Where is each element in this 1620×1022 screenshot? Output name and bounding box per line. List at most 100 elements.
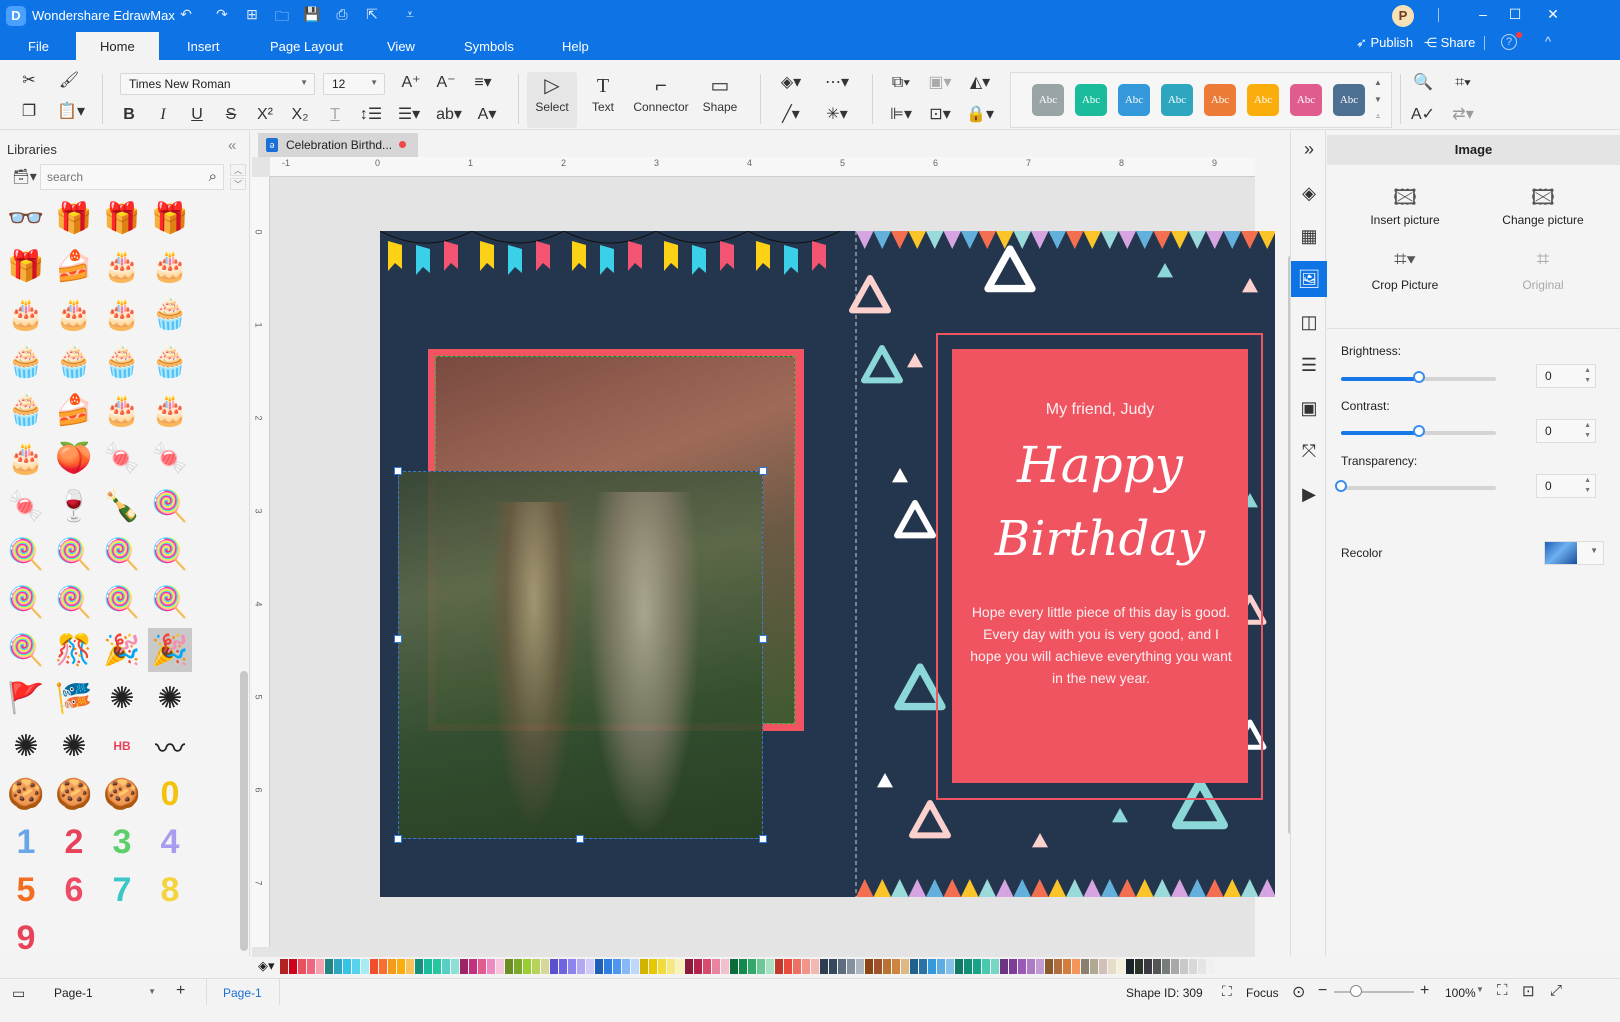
library-shape[interactable]: 🎁 <box>148 196 192 240</box>
color-swatch[interactable] <box>1126 959 1134 974</box>
color-swatch[interactable] <box>1090 959 1098 974</box>
transparency-slider[interactable] <box>1335 480 1496 494</box>
library-shape[interactable]: 🎉 <box>100 628 144 672</box>
menu-insert[interactable]: Insert <box>187 39 220 54</box>
page-view-icon[interactable]: ▭ <box>12 985 25 1002</box>
library-shape[interactable]: 🍭 <box>148 484 192 528</box>
slider-thumb[interactable] <box>1412 371 1425 383</box>
quick-style-5[interactable]: Abc <box>1204 84 1236 116</box>
menu-page-layout[interactable]: Page Layout <box>270 39 343 54</box>
menu-file[interactable]: File <box>28 39 49 54</box>
color-swatch[interactable] <box>757 959 765 974</box>
color-swatch[interactable] <box>325 959 333 974</box>
library-shape[interactable]: 🎊 <box>52 628 96 672</box>
library-shape[interactable]: 🍷 <box>52 484 96 528</box>
bold-icon[interactable]: B <box>116 104 142 126</box>
fit-width-icon[interactable]: ⊡ <box>1522 982 1535 1000</box>
arrange-icon[interactable]: ⧉▾ <box>886 72 916 94</box>
stepper-icon[interactable]: ▲ ▼ <box>1584 366 1591 386</box>
line-color-icon[interactable]: ╱▾ <box>776 104 806 126</box>
library-shape[interactable]: 6 <box>52 868 96 912</box>
publish-button[interactable]: ➶ Publish <box>1356 35 1413 51</box>
color-swatch[interactable] <box>856 959 864 974</box>
card-message[interactable]: Hope every little piece of this day is g… <box>970 601 1232 689</box>
quick-style-7[interactable]: Abc <box>1290 84 1322 116</box>
zoom-out-icon[interactable]: − <box>1318 982 1327 1000</box>
fit-page-icon[interactable]: ⛶ <box>1497 982 1508 999</box>
color-swatch[interactable] <box>865 959 873 974</box>
flip-icon[interactable]: ◭▾ <box>965 72 995 94</box>
color-swatch[interactable] <box>523 959 531 974</box>
color-swatch[interactable] <box>1189 959 1197 974</box>
color-swatch[interactable] <box>1153 959 1161 974</box>
library-shape[interactable]: 🍬 <box>100 436 144 480</box>
color-swatch[interactable] <box>613 959 621 974</box>
library-shape[interactable]: 🍾 <box>100 484 144 528</box>
card-title-happy[interactable]: Happy <box>952 436 1248 494</box>
slider-thumb[interactable] <box>1335 480 1347 492</box>
color-swatch[interactable] <box>604 959 612 974</box>
page-icon[interactable]: ☰ <box>1291 347 1327 383</box>
zoom-in-icon[interactable]: + <box>1420 982 1429 1000</box>
copy-icon[interactable]: ❐ <box>16 101 42 123</box>
color-swatch[interactable] <box>550 959 558 974</box>
color-swatch[interactable] <box>1180 959 1188 974</box>
user-avatar[interactable]: P <box>1392 5 1414 27</box>
library-shape[interactable]: 🍬 <box>4 484 48 528</box>
text-tool[interactable]: T Text <box>578 72 628 128</box>
color-swatch[interactable] <box>505 959 513 974</box>
library-shape[interactable]: 🍭 <box>4 628 48 672</box>
export-icon[interactable]: ⇱ <box>362 6 382 23</box>
color-swatch[interactable] <box>379 959 387 974</box>
crop-icon[interactable]: ⌗▾ <box>1448 72 1478 94</box>
color-swatch[interactable] <box>658 959 666 974</box>
recolor-dropdown[interactable]: ▼ <box>1544 541 1604 565</box>
resize-handle[interactable] <box>394 467 402 475</box>
presentation-icon[interactable]: ▶ <box>1291 476 1327 512</box>
color-swatch[interactable] <box>316 959 324 974</box>
color-swatch[interactable] <box>964 959 972 974</box>
print-icon[interactable]: ⎙ <box>332 6 352 23</box>
library-shape[interactable]: 🧁 <box>52 340 96 384</box>
color-swatch[interactable] <box>460 959 468 974</box>
color-swatch[interactable] <box>631 959 639 974</box>
color-swatch[interactable] <box>361 959 369 974</box>
card-title-birthday[interactable]: Birthday <box>952 511 1248 567</box>
group-icon[interactable]: ▣▾ <box>925 72 955 94</box>
undo-icon[interactable]: ↶ <box>176 6 196 23</box>
change-picture-button[interactable]: 🖾 Change picture <box>1483 181 1603 227</box>
focus-icon[interactable]: ⛶ <box>1222 983 1232 1000</box>
color-swatch[interactable] <box>928 959 936 974</box>
grid-icon[interactable]: ▦ <box>1291 218 1327 254</box>
library-menu-icon[interactable]: 🗃▾ <box>12 168 37 185</box>
color-swatch[interactable] <box>568 959 576 974</box>
color-swatch[interactable] <box>1198 959 1206 974</box>
crop-picture-button[interactable]: ⌗▾ Crop Picture <box>1345 246 1465 292</box>
color-swatch[interactable] <box>1018 959 1026 974</box>
color-swatch[interactable] <box>1207 959 1215 974</box>
library-shape[interactable]: 🎂 <box>148 244 192 288</box>
color-swatch[interactable] <box>730 959 738 974</box>
quick-style-3[interactable]: Abc <box>1118 84 1150 116</box>
color-swatch[interactable] <box>1135 959 1143 974</box>
color-swatch[interactable] <box>451 959 459 974</box>
color-swatch[interactable] <box>469 959 477 974</box>
library-shape[interactable]: 🍰 <box>52 388 96 432</box>
color-swatch[interactable] <box>703 959 711 974</box>
library-shape[interactable]: 🎁 <box>52 196 96 240</box>
lock-icon[interactable]: 🔒▾ <box>965 104 995 126</box>
color-swatch[interactable] <box>1063 959 1071 974</box>
color-swatch[interactable] <box>685 959 693 974</box>
library-shape[interactable]: 🍑 <box>52 436 96 480</box>
quick-style-4[interactable]: Abc <box>1161 84 1193 116</box>
resize-handle[interactable] <box>759 835 767 843</box>
quick-style-1[interactable]: Abc <box>1032 84 1064 116</box>
line-style-icon[interactable]: ⋯▾ <box>820 72 854 94</box>
increase-font-icon[interactable]: A⁺ <box>398 72 424 94</box>
color-swatch[interactable] <box>1045 959 1053 974</box>
color-swatch[interactable] <box>676 959 684 974</box>
stepper-icon[interactable]: ▲ ▼ <box>1584 476 1591 496</box>
library-shape[interactable]: 🍭 <box>148 580 192 624</box>
library-shape[interactable]: HB <box>100 724 144 768</box>
library-shape[interactable]: 🍭 <box>52 580 96 624</box>
